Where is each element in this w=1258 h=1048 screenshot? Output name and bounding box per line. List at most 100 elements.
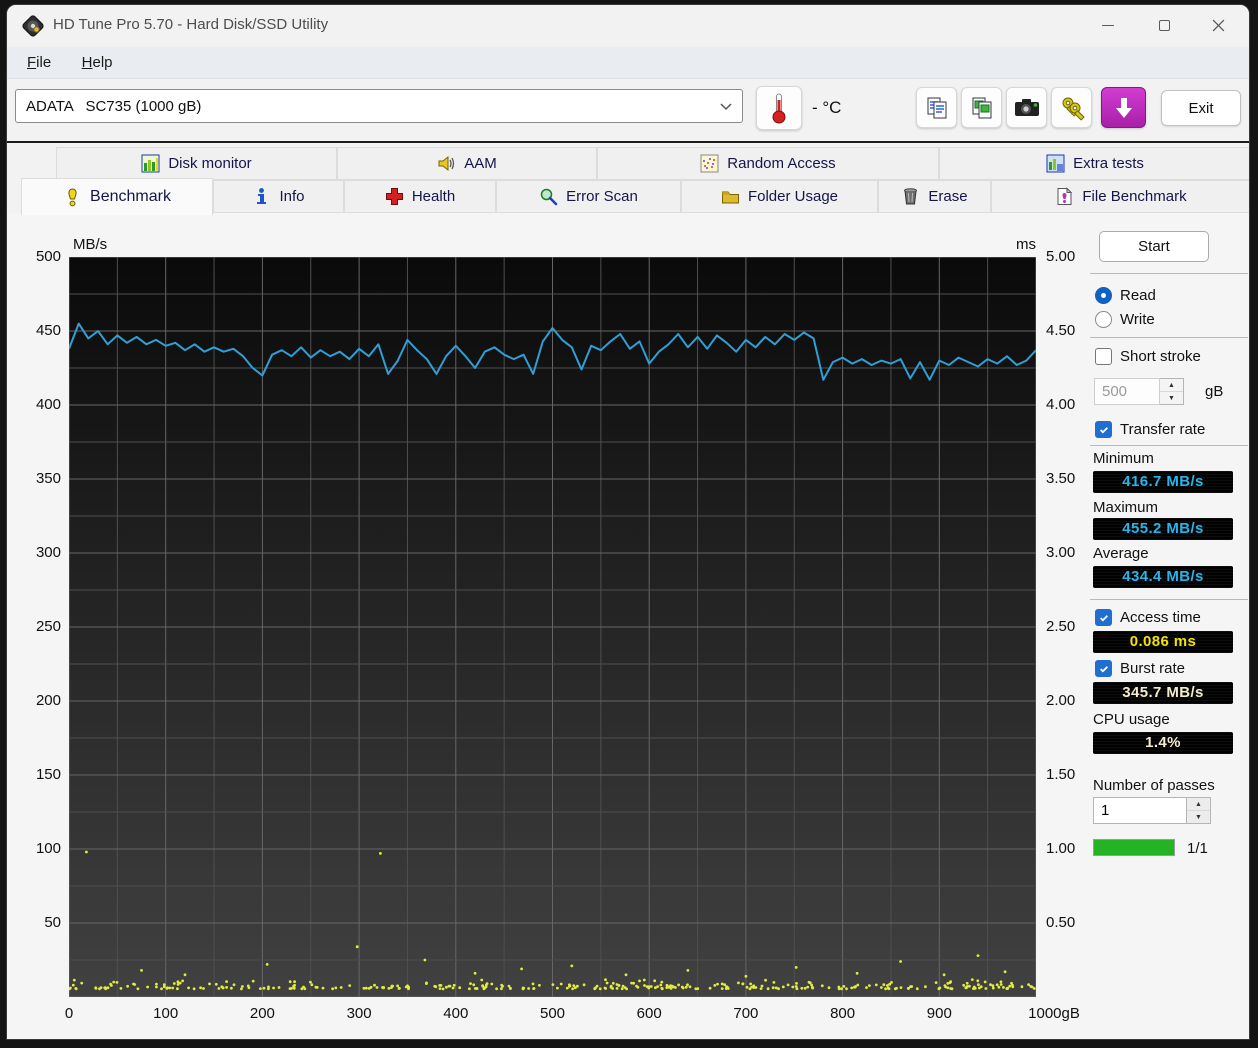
divider [1090, 273, 1248, 274]
copy-image-button[interactable] [961, 87, 1002, 128]
divider [1090, 599, 1248, 600]
check-icon [1099, 614, 1108, 622]
read-label: Read [1120, 287, 1156, 304]
ylabs-right-tick: 5.00 [1046, 248, 1076, 265]
spin-up-icon[interactable]: ▲ [1187, 798, 1210, 811]
short-stroke-label: Short stroke [1120, 348, 1201, 365]
start-button[interactable]: Start [1099, 231, 1209, 262]
left-axis-title: MB/s [73, 236, 108, 253]
short-stroke-value[interactable]: 500 [1094, 378, 1160, 405]
burst-rate-row[interactable]: Burst rate [1095, 660, 1185, 677]
pass-progress-bar [1093, 839, 1175, 856]
spinner-buttons[interactable]: ▲ ▼ [1187, 797, 1211, 824]
tab-folder-usage[interactable]: Folder Usage [681, 180, 878, 213]
options-button[interactable] [1051, 87, 1092, 128]
tab-label: Extra tests [1073, 155, 1144, 172]
xlabs-tick: 0 [64, 1005, 74, 1022]
transfer-rate-row[interactable]: Transfer rate [1095, 421, 1205, 438]
temperature-value: - °C [812, 98, 842, 117]
thermometer-icon [772, 93, 786, 124]
write-radio[interactable] [1095, 311, 1112, 328]
drive-select[interactable]: ADATA SC735 (1000 gB) [15, 89, 743, 123]
red-cross-icon [385, 188, 403, 205]
read-radio[interactable] [1095, 287, 1112, 304]
benchmark-panel: Start Read Write Short stroke 500 ▲ ▼ gB… [1087, 213, 1249, 1039]
menu-help[interactable]: Help [76, 53, 119, 72]
app-disk-icon [22, 15, 44, 37]
ylabs-left-tick: 400 [35, 396, 61, 413]
maximum-label: Maximum [1093, 499, 1159, 516]
tab-benchmark[interactable]: Benchmark [21, 178, 213, 215]
write-radio-row[interactable]: Write [1095, 311, 1155, 328]
folder-icon [721, 191, 739, 204]
tab-disk-monitor[interactable]: Disk monitor [56, 147, 337, 180]
ylabs-left-tick: 100 [35, 840, 61, 857]
progress-fill [1094, 840, 1174, 855]
spin-down-icon[interactable]: ▼ [1160, 392, 1183, 404]
exit-button[interactable]: Exit [1161, 90, 1241, 126]
drive-select-value: ADATA SC735 (1000 gB) [26, 97, 202, 115]
short-stroke-spinner[interactable]: 500 ▲ ▼ [1094, 378, 1184, 405]
file-exclamation-icon [1057, 187, 1073, 205]
tab-row-top: Disk monitor AAM Random Access Extra tes… [7, 147, 1249, 180]
xlabs-tick: 400 [443, 1005, 469, 1022]
short-stroke-checkbox[interactable] [1095, 348, 1112, 365]
tab-health[interactable]: Health [344, 180, 496, 213]
transfer-rate-checkbox[interactable] [1095, 421, 1112, 438]
tab-file-benchmark[interactable]: File Benchmark [991, 180, 1249, 213]
passes-value[interactable]: 1 [1093, 797, 1187, 824]
copy-text-button[interactable] [916, 87, 957, 128]
ylabs-right-tick: 0.50 [1046, 914, 1076, 931]
access-time-row[interactable]: Access time [1095, 609, 1201, 626]
ylabs-right-tick: 4.00 [1046, 396, 1076, 413]
burst-rate-value: 345.7 MB/s [1093, 682, 1233, 704]
spin-down-icon[interactable]: ▼ [1187, 811, 1210, 823]
cpu-usage-value: 1.4% [1093, 732, 1233, 754]
spin-up-icon[interactable]: ▲ [1160, 379, 1183, 392]
tab-random-access[interactable]: Random Access [597, 147, 939, 180]
average-label: Average [1093, 545, 1149, 562]
menu-file[interactable]: File [21, 53, 57, 72]
camera-icon [1014, 98, 1039, 116]
capture-button[interactable] [1101, 87, 1146, 128]
maximize-icon [1158, 19, 1170, 31]
ylabs-left-tick: 150 [35, 766, 61, 783]
xlabs-tick: 500 [539, 1005, 566, 1022]
xlabs-tick: 900 [926, 1005, 952, 1022]
short-stroke-row[interactable]: Short stroke [1095, 348, 1201, 365]
access-time-label: Access time [1120, 609, 1201, 626]
ylabs-right-tick: 1.00 [1046, 840, 1076, 857]
check-icon [1099, 665, 1108, 673]
tab-erase[interactable]: Erase [878, 180, 991, 213]
tab-info[interactable]: Info [213, 180, 344, 213]
tab-error-scan[interactable]: Error Scan [496, 180, 681, 213]
tab-label: Erase [928, 188, 968, 205]
maximize-button[interactable] [1141, 5, 1187, 45]
tab-aam[interactable]: AAM [337, 147, 597, 180]
burst-rate-checkbox[interactable] [1095, 660, 1112, 677]
ylabs-left-tick: 500 [35, 248, 61, 265]
read-radio-row[interactable]: Read [1095, 287, 1156, 304]
window-title: HD Tune Pro 5.70 - Hard Disk/SSD Utility [53, 16, 329, 33]
start-label: Start [1138, 238, 1170, 255]
exit-label: Exit [1188, 99, 1214, 117]
passes-spinner[interactable]: 1 ▲ ▼ [1093, 797, 1211, 824]
chevron-down-icon [720, 103, 732, 111]
tab-extra-tests[interactable]: Extra tests [939, 147, 1249, 180]
access-time-value: 0.086 ms [1093, 631, 1233, 653]
close-button[interactable] [1195, 5, 1241, 45]
tab-label: Random Access [727, 155, 836, 172]
temperature-button[interactable] [756, 86, 802, 130]
xlabs-tick: 200 [249, 1005, 275, 1022]
tab-label: Folder Usage [747, 188, 839, 205]
minimize-button[interactable] [1085, 5, 1131, 45]
access-time-checkbox[interactable] [1095, 609, 1112, 626]
spinner-buttons[interactable]: ▲ ▼ [1160, 378, 1184, 405]
magnifier-icon [540, 188, 558, 206]
ylabs-right-tick: 3.00 [1046, 544, 1076, 561]
ylabs-left-tick: 350 [35, 470, 61, 487]
screenshot-button[interactable] [1006, 87, 1047, 128]
copy-image-icon [972, 97, 991, 118]
maximum-value: 455.2 MB/s [1093, 518, 1233, 540]
short-stroke-unit: gB [1205, 383, 1224, 400]
